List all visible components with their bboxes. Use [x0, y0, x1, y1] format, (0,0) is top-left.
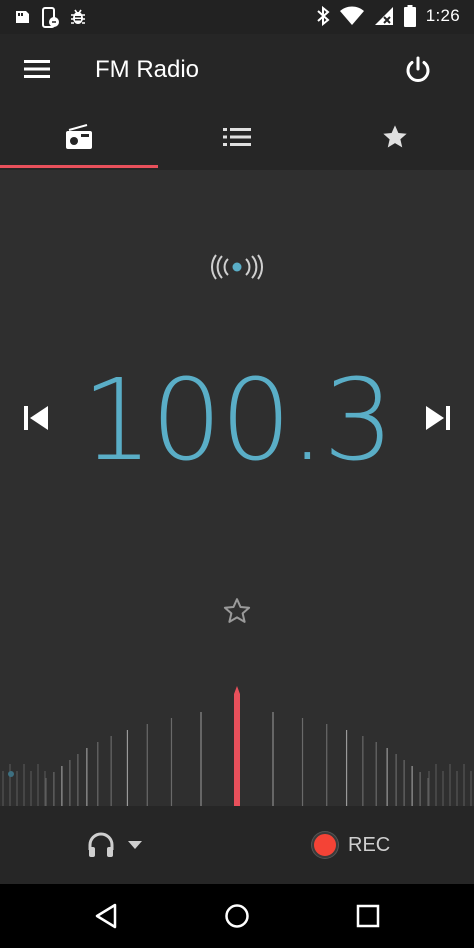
power-button[interactable] [396, 48, 440, 92]
tab-stations[interactable] [158, 104, 316, 170]
list-icon [223, 128, 251, 146]
tab-favorites[interactable] [316, 104, 474, 170]
menu-button[interactable] [14, 46, 60, 92]
status-time: 1:26 [425, 6, 460, 25]
bug-icon [71, 9, 85, 24]
wifi-icon [339, 6, 364, 25]
broadcast-signal-icon [211, 254, 263, 280]
tuner-needle[interactable] [234, 686, 240, 806]
headphones-icon [88, 832, 114, 857]
audio-route-button[interactable] [86, 826, 142, 864]
star-icon [383, 125, 407, 148]
sd-card-icon [16, 11, 29, 23]
tuner-dial[interactable] [0, 670, 474, 806]
back-triangle-icon [95, 903, 117, 929]
app-title: FM Radio [95, 56, 200, 83]
seek-next-button[interactable] [416, 396, 460, 440]
bottom-bar: REC [0, 806, 474, 884]
tab-radio[interactable] [0, 104, 158, 170]
home-circle-icon [225, 904, 249, 928]
power-icon [406, 56, 430, 82]
nav-home-button[interactable] [215, 894, 259, 938]
hamburger-menu-icon [24, 60, 50, 78]
signal-no-data-icon [374, 7, 393, 25]
tab-bar [0, 104, 474, 170]
radio-icon [66, 124, 92, 149]
tab-indicator [0, 165, 158, 168]
record-dot-icon [312, 832, 338, 858]
app-bar: FM Radio [0, 34, 474, 104]
battery-icon [403, 5, 416, 27]
navigation-bar [0, 884, 474, 948]
phone-sync-icon [42, 7, 59, 28]
recents-square-icon [356, 904, 380, 928]
status-bar: 1:26 [0, 0, 474, 34]
favorite-star-icon[interactable] [222, 596, 252, 626]
bluetooth-icon [317, 6, 330, 26]
record-label: REC [348, 833, 391, 856]
tuner-station-dot [8, 771, 14, 777]
skip-next-icon [426, 406, 450, 430]
record-button[interactable]: REC [312, 826, 390, 864]
frequency-display: 100.3 [81, 356, 395, 486]
status-right-icons: 1:26 [316, 5, 460, 27]
nav-back-button[interactable] [84, 894, 128, 938]
dropdown-arrow-icon [128, 841, 142, 849]
status-left-icons [12, 7, 88, 29]
nav-recents-button[interactable] [346, 894, 390, 938]
player-area: 100.3 [0, 170, 474, 806]
